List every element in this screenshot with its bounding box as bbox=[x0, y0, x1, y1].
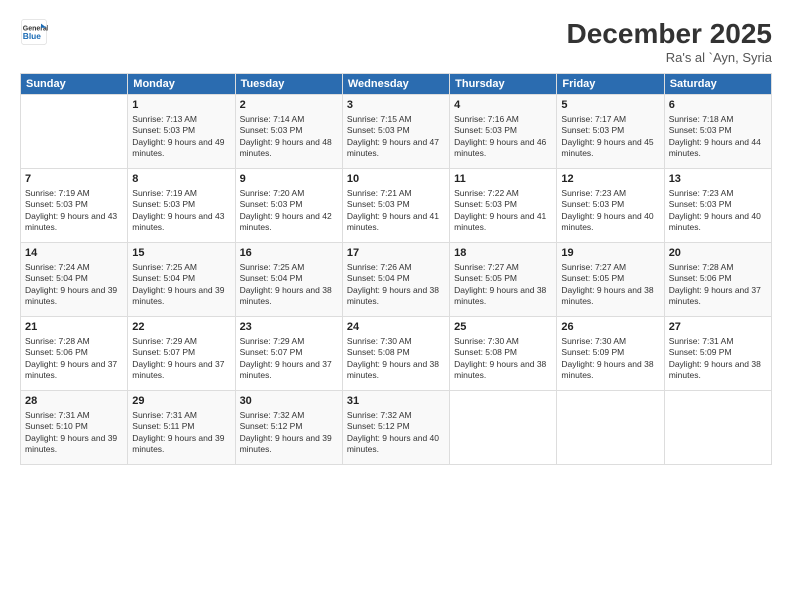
day-cell: 30Sunrise: 7:32 AMSunset: 5:12 PMDayligh… bbox=[235, 391, 342, 465]
col-header-saturday: Saturday bbox=[664, 74, 771, 95]
day-number: 30 bbox=[240, 394, 338, 409]
day-number: 7 bbox=[25, 172, 123, 187]
day-cell: 23Sunrise: 7:29 AMSunset: 5:07 PMDayligh… bbox=[235, 317, 342, 391]
day-number: 18 bbox=[454, 246, 552, 261]
day-number: 24 bbox=[347, 320, 445, 335]
day-cell bbox=[664, 391, 771, 465]
day-cell: 21Sunrise: 7:28 AMSunset: 5:06 PMDayligh… bbox=[21, 317, 128, 391]
day-cell: 7Sunrise: 7:19 AMSunset: 5:03 PMDaylight… bbox=[21, 169, 128, 243]
header: General Blue December 2025 Ra's al `Ayn,… bbox=[20, 18, 772, 65]
day-cell: 28Sunrise: 7:31 AMSunset: 5:10 PMDayligh… bbox=[21, 391, 128, 465]
svg-text:Blue: Blue bbox=[23, 31, 41, 41]
day-number: 5 bbox=[561, 98, 659, 113]
day-cell: 4Sunrise: 7:16 AMSunset: 5:03 PMDaylight… bbox=[450, 95, 557, 169]
day-number: 28 bbox=[25, 394, 123, 409]
day-cell: 22Sunrise: 7:29 AMSunset: 5:07 PMDayligh… bbox=[128, 317, 235, 391]
day-number: 31 bbox=[347, 394, 445, 409]
day-cell: 3Sunrise: 7:15 AMSunset: 5:03 PMDaylight… bbox=[342, 95, 449, 169]
day-number: 13 bbox=[669, 172, 767, 187]
day-number: 21 bbox=[25, 320, 123, 335]
week-row-1: 7Sunrise: 7:19 AMSunset: 5:03 PMDaylight… bbox=[21, 169, 772, 243]
day-cell: 6Sunrise: 7:18 AMSunset: 5:03 PMDaylight… bbox=[664, 95, 771, 169]
day-cell: 2Sunrise: 7:14 AMSunset: 5:03 PMDaylight… bbox=[235, 95, 342, 169]
day-cell: 17Sunrise: 7:26 AMSunset: 5:04 PMDayligh… bbox=[342, 243, 449, 317]
col-header-friday: Friday bbox=[557, 74, 664, 95]
day-number: 4 bbox=[454, 98, 552, 113]
day-cell: 25Sunrise: 7:30 AMSunset: 5:08 PMDayligh… bbox=[450, 317, 557, 391]
calendar-table: SundayMondayTuesdayWednesdayThursdayFrid… bbox=[20, 73, 772, 465]
day-cell: 9Sunrise: 7:20 AMSunset: 5:03 PMDaylight… bbox=[235, 169, 342, 243]
day-cell bbox=[450, 391, 557, 465]
day-cell: 18Sunrise: 7:27 AMSunset: 5:05 PMDayligh… bbox=[450, 243, 557, 317]
day-cell: 12Sunrise: 7:23 AMSunset: 5:03 PMDayligh… bbox=[557, 169, 664, 243]
day-cell: 5Sunrise: 7:17 AMSunset: 5:03 PMDaylight… bbox=[557, 95, 664, 169]
day-number: 8 bbox=[132, 172, 230, 187]
week-row-4: 28Sunrise: 7:31 AMSunset: 5:10 PMDayligh… bbox=[21, 391, 772, 465]
page: General Blue December 2025 Ra's al `Ayn,… bbox=[0, 0, 792, 612]
day-number: 10 bbox=[347, 172, 445, 187]
day-cell: 27Sunrise: 7:31 AMSunset: 5:09 PMDayligh… bbox=[664, 317, 771, 391]
day-cell: 26Sunrise: 7:30 AMSunset: 5:09 PMDayligh… bbox=[557, 317, 664, 391]
title-block: December 2025 Ra's al `Ayn, Syria bbox=[567, 18, 772, 65]
day-number: 2 bbox=[240, 98, 338, 113]
week-row-0: 1Sunrise: 7:13 AMSunset: 5:03 PMDaylight… bbox=[21, 95, 772, 169]
day-cell: 31Sunrise: 7:32 AMSunset: 5:12 PMDayligh… bbox=[342, 391, 449, 465]
day-number: 14 bbox=[25, 246, 123, 261]
day-number: 20 bbox=[669, 246, 767, 261]
logo-icon: General Blue bbox=[20, 18, 48, 46]
day-cell: 11Sunrise: 7:22 AMSunset: 5:03 PMDayligh… bbox=[450, 169, 557, 243]
day-number: 11 bbox=[454, 172, 552, 187]
day-number: 19 bbox=[561, 246, 659, 261]
day-cell: 13Sunrise: 7:23 AMSunset: 5:03 PMDayligh… bbox=[664, 169, 771, 243]
logo: General Blue bbox=[20, 18, 48, 46]
day-cell: 10Sunrise: 7:21 AMSunset: 5:03 PMDayligh… bbox=[342, 169, 449, 243]
day-cell: 1Sunrise: 7:13 AMSunset: 5:03 PMDaylight… bbox=[128, 95, 235, 169]
day-cell: 19Sunrise: 7:27 AMSunset: 5:05 PMDayligh… bbox=[557, 243, 664, 317]
day-cell: 8Sunrise: 7:19 AMSunset: 5:03 PMDaylight… bbox=[128, 169, 235, 243]
day-number: 17 bbox=[347, 246, 445, 261]
day-number: 22 bbox=[132, 320, 230, 335]
day-number: 29 bbox=[132, 394, 230, 409]
day-number: 6 bbox=[669, 98, 767, 113]
day-number: 26 bbox=[561, 320, 659, 335]
day-number: 3 bbox=[347, 98, 445, 113]
day-number: 16 bbox=[240, 246, 338, 261]
day-number: 1 bbox=[132, 98, 230, 113]
day-cell: 29Sunrise: 7:31 AMSunset: 5:11 PMDayligh… bbox=[128, 391, 235, 465]
day-cell: 15Sunrise: 7:25 AMSunset: 5:04 PMDayligh… bbox=[128, 243, 235, 317]
day-cell: 14Sunrise: 7:24 AMSunset: 5:04 PMDayligh… bbox=[21, 243, 128, 317]
col-header-tuesday: Tuesday bbox=[235, 74, 342, 95]
month-title: December 2025 bbox=[567, 18, 772, 50]
day-cell: 24Sunrise: 7:30 AMSunset: 5:08 PMDayligh… bbox=[342, 317, 449, 391]
day-cell: 16Sunrise: 7:25 AMSunset: 5:04 PMDayligh… bbox=[235, 243, 342, 317]
day-number: 27 bbox=[669, 320, 767, 335]
col-header-sunday: Sunday bbox=[21, 74, 128, 95]
day-number: 23 bbox=[240, 320, 338, 335]
col-header-monday: Monday bbox=[128, 74, 235, 95]
location: Ra's al `Ayn, Syria bbox=[567, 50, 772, 65]
day-number: 9 bbox=[240, 172, 338, 187]
day-cell bbox=[21, 95, 128, 169]
header-row: SundayMondayTuesdayWednesdayThursdayFrid… bbox=[21, 74, 772, 95]
day-cell bbox=[557, 391, 664, 465]
day-cell: 20Sunrise: 7:28 AMSunset: 5:06 PMDayligh… bbox=[664, 243, 771, 317]
week-row-2: 14Sunrise: 7:24 AMSunset: 5:04 PMDayligh… bbox=[21, 243, 772, 317]
day-number: 25 bbox=[454, 320, 552, 335]
col-header-thursday: Thursday bbox=[450, 74, 557, 95]
col-header-wednesday: Wednesday bbox=[342, 74, 449, 95]
day-number: 12 bbox=[561, 172, 659, 187]
day-number: 15 bbox=[132, 246, 230, 261]
week-row-3: 21Sunrise: 7:28 AMSunset: 5:06 PMDayligh… bbox=[21, 317, 772, 391]
